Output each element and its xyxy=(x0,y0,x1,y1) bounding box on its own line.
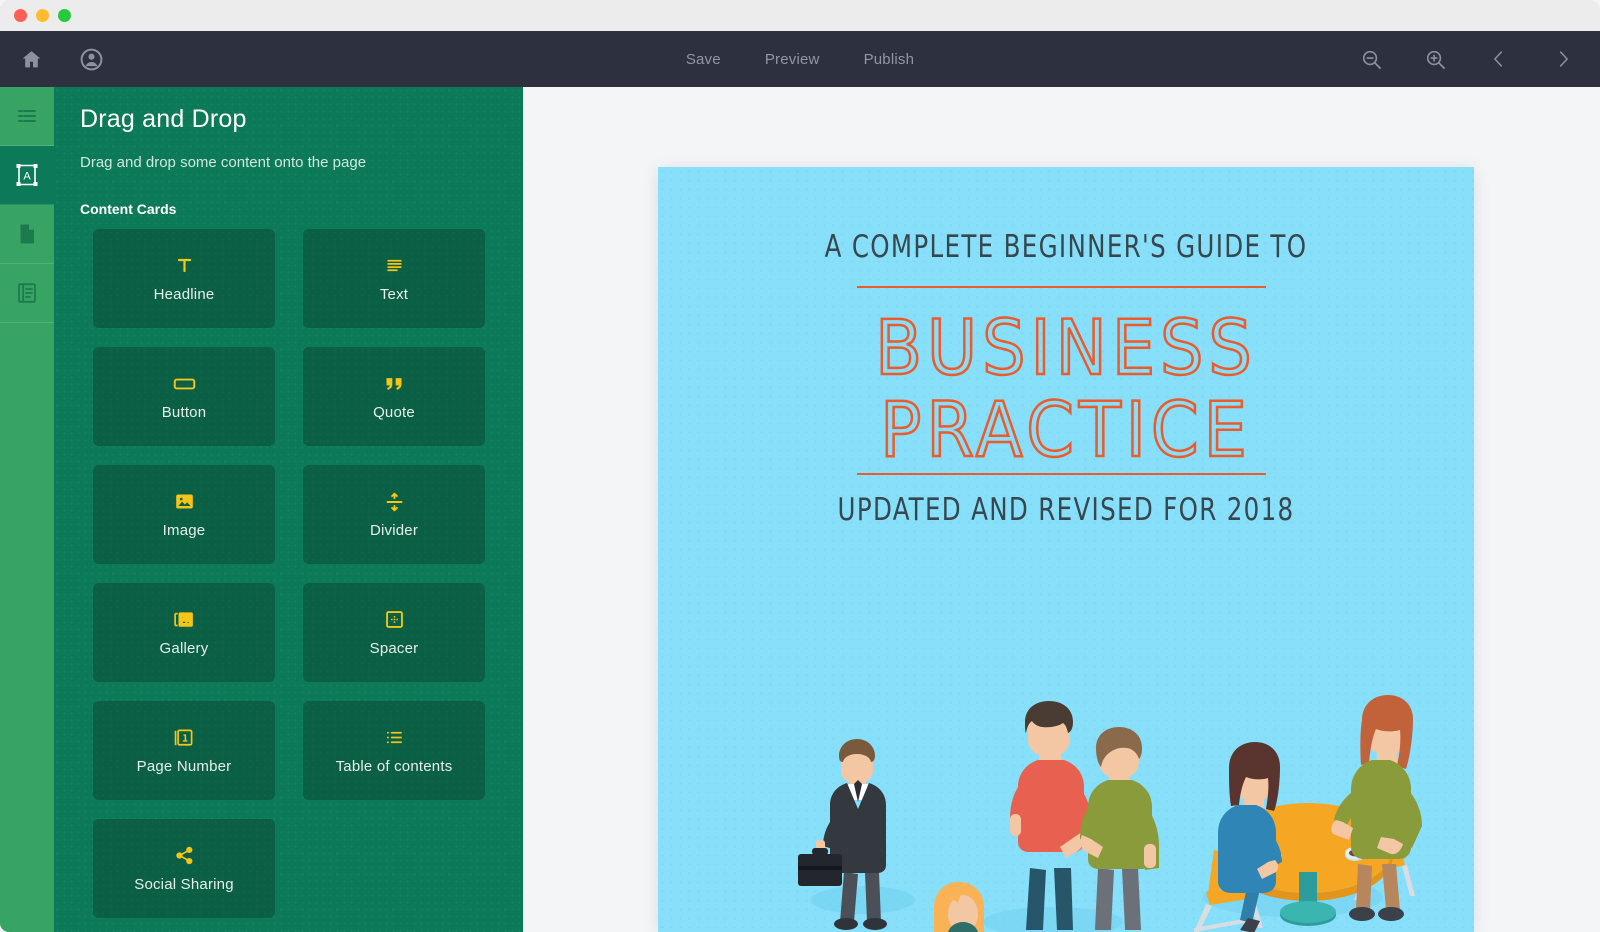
page-title: BUSINESS PRACTICE xyxy=(874,303,1257,474)
content-card-quote[interactable]: Quote xyxy=(303,347,485,446)
account-icon[interactable] xyxy=(74,42,108,76)
previous-page-icon[interactable] xyxy=(1482,42,1516,76)
business-people-isometric-illustration xyxy=(658,672,1474,932)
panel-subtitle: Drag and drop some content onto the page xyxy=(80,154,367,171)
drag-and-drop-panel: Drag and Drop Drag and drop some content… xyxy=(54,87,523,932)
content-card-label: Gallery xyxy=(159,639,209,657)
content-card-label: Social Sharing xyxy=(134,875,234,893)
rail-filler xyxy=(0,323,54,932)
page-footer-text: UPDATED AND REVISED FOR 2018 xyxy=(837,492,1295,528)
preview-link[interactable]: Preview xyxy=(765,51,820,68)
content-card-text[interactable]: Text xyxy=(303,229,485,328)
page-number-icon xyxy=(173,727,195,749)
close-window-button[interactable] xyxy=(14,9,27,22)
sidebar-item-content[interactable]: A xyxy=(0,146,54,205)
maximize-window-button[interactable] xyxy=(58,9,71,22)
content-card-label: Text xyxy=(379,285,409,303)
title-rule-top xyxy=(857,286,1266,288)
page-preview[interactable]: A COMPLETE BEGINNER'S GUIDE TO BUSINESS … xyxy=(658,167,1474,932)
figure-partial-blonde xyxy=(934,882,984,932)
sidebar-item-pages[interactable] xyxy=(0,205,54,264)
sidebar-item-outline[interactable] xyxy=(0,87,54,146)
content-card-gallery[interactable]: Gallery xyxy=(93,583,275,682)
figure-olive-shirt-man xyxy=(1080,727,1159,930)
content-card-table-of-contents[interactable]: Table of contents xyxy=(303,701,485,800)
content-card-label: Divider xyxy=(369,521,419,539)
figure-red-shirt-man xyxy=(1010,701,1092,930)
list-lines-icon xyxy=(15,104,39,128)
content-card-social-sharing[interactable]: Social Sharing xyxy=(93,819,275,918)
content-card-label: Table of contents xyxy=(335,757,453,775)
image-icon xyxy=(174,491,195,513)
sidebar-icon-rail: A xyxy=(0,87,54,932)
title-rule-bottom xyxy=(857,473,1266,475)
panel-title: Drag and Drop xyxy=(80,105,247,133)
toolbar-right-group xyxy=(1354,31,1580,87)
content-card-label: Quote xyxy=(373,403,415,421)
save-link[interactable]: Save xyxy=(686,51,721,68)
button-rect-icon xyxy=(173,373,196,395)
content-cards-section-label: Content Cards xyxy=(80,201,177,217)
app-window: Save Preview Publish A Drag and Drop Dra… xyxy=(0,0,1600,932)
content-card-label: Page Number xyxy=(136,757,232,775)
content-card-page-number[interactable]: Page Number xyxy=(93,701,275,800)
text-lines-icon xyxy=(384,255,405,277)
svg-text:A: A xyxy=(23,171,31,183)
gallery-icon xyxy=(173,609,195,631)
zoom-in-icon[interactable] xyxy=(1418,42,1452,76)
document-icon xyxy=(15,222,39,246)
book-icon xyxy=(15,281,39,305)
text-frame-icon: A xyxy=(13,161,41,189)
sidebar-item-library[interactable] xyxy=(0,264,54,323)
content-card-headline[interactable]: Headline xyxy=(93,229,275,328)
content-card-spacer[interactable]: Spacer xyxy=(303,583,485,682)
content-card-button[interactable]: Button xyxy=(93,347,275,446)
content-card-label: Button xyxy=(161,403,207,421)
canvas-workspace[interactable]: A COMPLETE BEGINNER'S GUIDE TO BUSINESS … xyxy=(523,87,1600,932)
content-cards-grid: Headline Text Button Quote Image Divider… xyxy=(93,229,495,918)
headline-t-icon xyxy=(175,255,194,277)
content-card-divider[interactable]: Divider xyxy=(303,465,485,564)
window-titlebar xyxy=(0,0,1600,31)
content-card-image[interactable]: Image xyxy=(93,465,275,564)
figure-table-scene xyxy=(1193,695,1422,932)
content-card-label: Spacer xyxy=(369,639,419,657)
share-icon xyxy=(174,845,195,867)
zoom-out-icon[interactable] xyxy=(1354,42,1388,76)
minimize-window-button[interactable] xyxy=(36,9,49,22)
publish-link[interactable]: Publish xyxy=(864,51,915,68)
home-icon[interactable] xyxy=(14,42,48,76)
next-page-icon[interactable] xyxy=(1546,42,1580,76)
toolbar-left-group xyxy=(0,42,108,76)
page-eyebrow: A COMPLETE BEGINNER'S GUIDE TO xyxy=(824,229,1308,265)
content-card-label: Image xyxy=(162,521,206,539)
content-card-label: Headline xyxy=(153,285,215,303)
quote-marks-icon xyxy=(384,373,404,395)
spacer-icon xyxy=(384,609,405,631)
top-toolbar: Save Preview Publish xyxy=(0,31,1600,87)
divider-icon xyxy=(384,491,405,513)
table-of-contents-icon xyxy=(383,727,405,749)
